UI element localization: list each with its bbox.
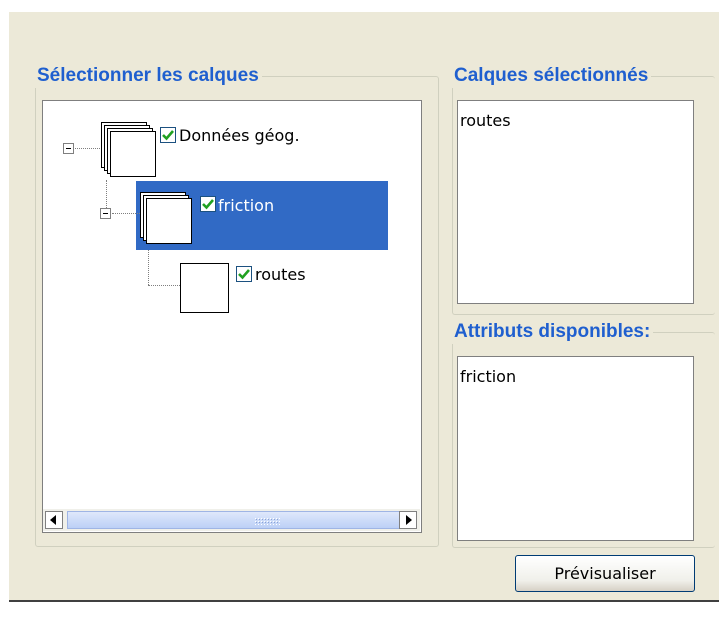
tree-connector [148,250,149,285]
child-node-label[interactable]: friction [218,196,274,215]
tree-horizontal-scrollbar[interactable] [43,509,420,531]
arrow-left-icon [50,515,56,525]
tree-connector [106,180,107,210]
tree-connector [148,285,180,286]
scroll-left-button[interactable] [45,511,63,529]
stacked-layers-icon [101,122,156,177]
root-node-label[interactable]: Données géog. [179,126,300,145]
preview-button[interactable]: Prévisualiser [515,555,695,592]
tree-connector [112,213,140,214]
layers-tree[interactable] [42,100,422,533]
leaf-checkbox[interactable] [236,266,252,282]
attributes-list[interactable]: friction [457,356,694,541]
scroll-right-button[interactable] [399,511,417,529]
panel-bottom-border [9,600,719,602]
root-collapse-toggle[interactable] [63,143,74,154]
selected-layers-title: Calques sélectionnés [452,64,652,88]
layer-icon [180,263,229,313]
layers-fieldset-title: Sélectionner les calques [35,64,262,88]
grip-icon [254,517,280,525]
child-collapse-toggle[interactable] [100,208,111,219]
list-item[interactable]: friction [460,367,516,386]
selected-layers-list[interactable]: routes [457,100,694,304]
arrow-right-icon [406,515,412,525]
attributes-title: Attributs disponibles: [452,320,654,344]
stacked-layers-icon [140,192,194,246]
list-item[interactable]: routes [460,111,511,130]
tree-connector [75,148,100,149]
scroll-thumb[interactable] [67,511,414,529]
leaf-node-label[interactable]: routes [255,265,306,284]
child-checkbox[interactable] [200,196,216,212]
root-checkbox[interactable] [160,127,176,143]
